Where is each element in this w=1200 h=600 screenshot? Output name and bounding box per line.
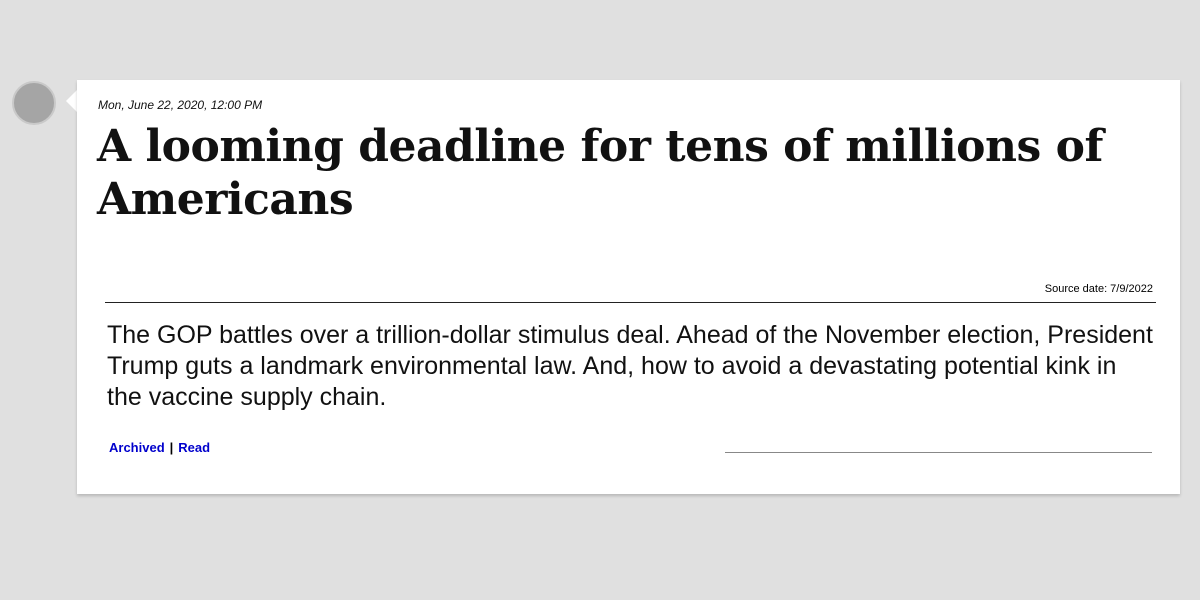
footer-divider (725, 452, 1152, 453)
link-separator: | (169, 440, 174, 455)
post-timestamp: Mon, June 22, 2020, 12:00 PM (98, 98, 263, 112)
read-link[interactable]: Read (178, 440, 210, 455)
post-headline: A looming deadline for tens of millions … (97, 121, 1103, 225)
post-links: Archived | Read (109, 440, 210, 455)
source-date: Source date: 7/9/2022 (1044, 283, 1153, 295)
divider (105, 302, 1156, 303)
post-card: Mon, June 22, 2020, 12:00 PM A looming d… (77, 80, 1180, 494)
card-pointer (66, 90, 77, 112)
avatar (12, 81, 56, 125)
post-summary: The GOP battles over a trillion-dollar s… (107, 321, 1153, 411)
archived-link[interactable]: Archived (109, 440, 165, 455)
